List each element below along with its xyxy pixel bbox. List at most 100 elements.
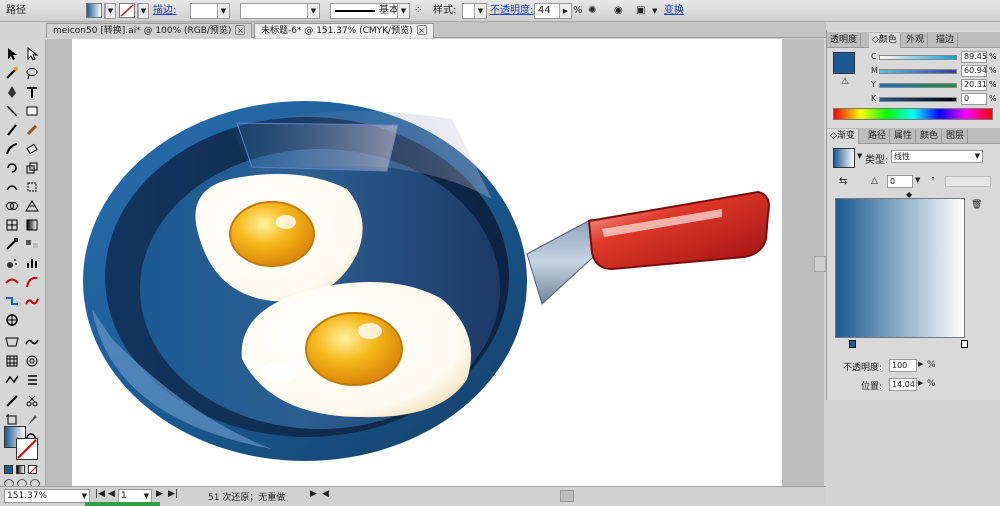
close-icon[interactable]: × xyxy=(235,25,246,35)
status-menu-icon[interactable]: ▶ xyxy=(310,489,317,499)
scroll-left-icon[interactable]: ◀ xyxy=(322,489,329,499)
smooth-tool-icon[interactable] xyxy=(3,292,21,310)
artboard-number-field[interactable]: 1 ▼ xyxy=(118,489,152,503)
tab-transparency[interactable]: 透明度 xyxy=(827,33,862,48)
fill-color-preview[interactable] xyxy=(833,52,855,74)
stroke-dropdown[interactable]: ▼ xyxy=(137,3,149,19)
fill-dropdown[interactable]: ▼ xyxy=(104,3,116,19)
pen-tool-icon[interactable] xyxy=(3,83,21,101)
egg-yolk-bottom[interactable] xyxy=(305,312,403,386)
angle-input[interactable]: 0 xyxy=(887,175,913,188)
stop-opacity-dropdown-icon[interactable]: ▶ xyxy=(918,360,923,368)
tab-color-2[interactable]: 颜色 xyxy=(917,129,943,144)
selection-tool-icon[interactable] xyxy=(3,45,21,63)
stroke-weight-field[interactable]: ▼ xyxy=(190,3,230,19)
variable-width-profile[interactable]: ▼ xyxy=(240,3,320,19)
align-dropdown-icon[interactable]: ▼ xyxy=(652,3,657,19)
pencil-tool-icon[interactable] xyxy=(23,121,41,139)
frying-pan-artwork[interactable] xyxy=(72,39,782,486)
gradient-thumbnail-dropdown-icon[interactable]: ▼ xyxy=(857,152,862,160)
cyan-input[interactable]: 89.45 xyxy=(961,51,987,63)
tab-untitled-6[interactable]: 未标题-6* @ 151.37% (CMYK/预览) × xyxy=(254,23,434,38)
symbol-sprayer-icon[interactable] xyxy=(3,254,21,272)
yellow-input[interactable]: 20.31 xyxy=(961,79,987,91)
warp-tool-icon[interactable] xyxy=(3,178,21,196)
lasso-tool-icon[interactable] xyxy=(23,64,41,82)
color-mode-icon[interactable] xyxy=(4,465,13,474)
black-input[interactable]: 0 xyxy=(961,93,987,105)
mesh-tool-icon[interactable] xyxy=(3,216,21,234)
tab-color[interactable]: ◇颜色 xyxy=(869,33,901,48)
slice-tool-icon[interactable] xyxy=(3,392,21,410)
align-stroke-icon[interactable]: ⁘ xyxy=(414,3,422,19)
first-artboard-icon[interactable]: |◀ xyxy=(95,489,105,499)
globe-icon[interactable]: ◉ xyxy=(614,3,623,19)
horizontal-scrollbar-thumb[interactable] xyxy=(560,490,574,502)
tab-appearance[interactable]: 外观 xyxy=(903,33,929,48)
gradient-mode-icon[interactable] xyxy=(16,465,25,474)
magenta-slider[interactable] xyxy=(879,69,957,74)
brush-definition[interactable]: 基本 ▼ xyxy=(330,3,410,19)
type-tool-icon[interactable] xyxy=(23,83,41,101)
grid-tool-icon[interactable] xyxy=(3,352,21,370)
gradient-stop-end[interactable] xyxy=(961,340,968,348)
rotate-tool-icon[interactable] xyxy=(3,159,21,177)
opacity-link[interactable]: 不透明度: xyxy=(490,3,533,19)
paintbrush-tool-icon[interactable] xyxy=(3,121,21,139)
stroke-link[interactable]: 描边: xyxy=(153,3,176,19)
tab-layers[interactable]: 图层 xyxy=(943,129,969,144)
scale-tool-icon[interactable] xyxy=(23,159,41,177)
zoom-field[interactable]: 151.37% ▼ xyxy=(4,489,90,503)
tab-pathfinder[interactable]: 路径 xyxy=(865,129,891,144)
close-icon[interactable]: × xyxy=(416,25,427,35)
none-mode-icon[interactable] xyxy=(28,465,37,474)
blend-tool-icon[interactable] xyxy=(23,235,41,253)
color-spectrum-bar[interactable] xyxy=(833,108,993,120)
gradient-thumbnail[interactable] xyxy=(833,148,855,168)
stroke-color-box[interactable] xyxy=(16,438,38,460)
recolor-icon[interactable]: ✺ xyxy=(588,3,596,19)
blob-brush-icon[interactable] xyxy=(3,140,21,158)
polar-grid-icon[interactable] xyxy=(23,352,41,370)
black-slider[interactable] xyxy=(879,97,957,102)
shape-builder-icon[interactable] xyxy=(3,197,21,215)
envelope-distort-icon[interactable] xyxy=(3,333,21,351)
transform-link[interactable]: 变换 xyxy=(664,3,684,19)
line-tool-icon[interactable] xyxy=(3,102,21,120)
pucker-tool-icon[interactable] xyxy=(23,273,41,291)
align-icon[interactable]: ▣ xyxy=(636,3,645,19)
column-graph-icon[interactable] xyxy=(23,254,41,272)
trash-icon[interactable]: 🗑 xyxy=(971,200,982,210)
stroke-swatch[interactable] xyxy=(119,3,135,18)
yellow-slider[interactable] xyxy=(879,83,957,88)
direct-selection-tool-icon[interactable] xyxy=(23,45,41,63)
crosshair-target-icon[interactable] xyxy=(3,311,21,329)
stop-location-input[interactable]: 14.04 xyxy=(889,378,917,391)
eyedropper-tool-icon[interactable] xyxy=(3,235,21,253)
magenta-input[interactable]: 60.94 xyxy=(961,65,987,77)
tab-meicon50[interactable]: meicon50 [转换].ai* @ 100% (RGB/预览) × xyxy=(46,23,253,38)
star-tool-icon[interactable] xyxy=(3,371,21,389)
pan-glare-selection[interactable] xyxy=(236,122,399,172)
list-icon[interactable] xyxy=(23,371,41,389)
last-artboard-icon[interactable]: ▶| xyxy=(168,489,178,499)
vertical-scrollbar-thumb[interactable] xyxy=(814,256,826,272)
angle-dropdown-icon[interactable]: ▼ xyxy=(915,176,920,184)
rectangle-tool-icon[interactable] xyxy=(23,102,41,120)
free-transform-icon[interactable] xyxy=(23,178,41,196)
stop-location-dropdown-icon[interactable]: ▶ xyxy=(918,379,923,387)
stop-opacity-input[interactable]: 100 xyxy=(889,359,917,372)
tab-gradient[interactable]: ◇渐变 xyxy=(827,129,859,144)
next-artboard-icon[interactable]: ▶ xyxy=(156,489,163,499)
opacity-input[interactable]: 44 ▶ xyxy=(534,3,572,19)
gradient-type-select[interactable]: 线性 ▼ xyxy=(891,150,983,163)
width-tool-icon[interactable] xyxy=(3,273,21,291)
perspective-grid-icon[interactable] xyxy=(23,197,41,215)
prev-artboard-icon[interactable]: ◀ xyxy=(108,489,115,499)
artboard[interactable] xyxy=(72,39,782,486)
gradient-tool-icon[interactable] xyxy=(23,216,41,234)
magic-wand-icon[interactable] xyxy=(3,64,21,82)
cyan-slider[interactable] xyxy=(879,55,957,60)
fill-swatch[interactable] xyxy=(86,3,102,18)
scissors-icon[interactable] xyxy=(23,392,41,410)
